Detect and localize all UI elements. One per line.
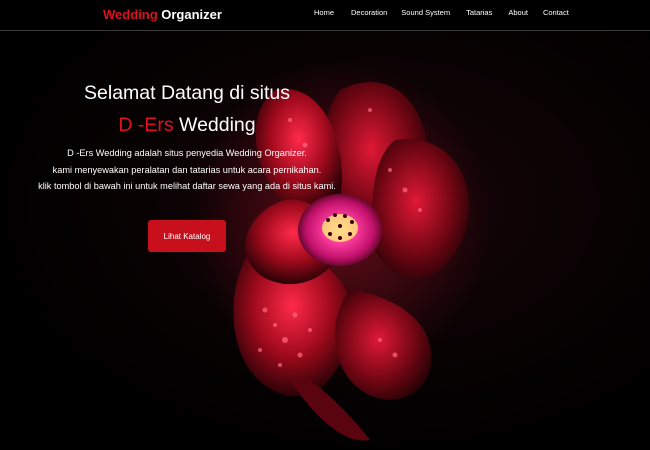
nav-link-tatarias[interactable]: Tatarias	[466, 8, 492, 17]
hero-subtitle-wedding: Wedding	[179, 114, 256, 136]
nav-link-sound-system[interactable]: Sound System	[401, 8, 450, 17]
brand-organizer: Organizer	[161, 7, 222, 22]
brand-wedding: Wedding	[103, 7, 158, 22]
nav-link-home[interactable]: Home	[314, 8, 334, 17]
nav-menu: Home Decoration Sound System Tatarias Ab…	[304, 8, 569, 17]
hero-description-line: kami menyewakan peralatan dan tatarias u…	[52, 164, 322, 175]
navbar: Wedding Organizer Home Decoration Sound …	[0, 0, 650, 31]
page: Wedding Organizer Home Decoration Sound …	[0, 0, 650, 450]
hero-subtitle-brand: D -Ers	[118, 114, 174, 136]
hero-description-line: klik tombol di bawah ini untuk melihat d…	[38, 181, 336, 191]
hero-section: Selamat Datang di situs D -Ers Wedding D…	[0, 80, 374, 195]
hero-subtitle: D -Ers Wedding	[0, 114, 374, 136]
lihat-katalog-button[interactable]: Lihat Katalog	[148, 220, 226, 252]
hero-description-line: D -Ers Wedding adalah situs penyedia Wed…	[67, 148, 307, 158]
nav-link-about[interactable]: About	[508, 8, 528, 17]
nav-link-contact[interactable]: Contact	[543, 8, 569, 17]
brand-logo[interactable]: Wedding Organizer	[103, 7, 222, 22]
hero-title: Selamat Datang di situs	[84, 82, 290, 104]
nav-link-decoration[interactable]: Decoration	[351, 8, 387, 17]
hero-description: D -Ers Wedding adalah situs penyedia Wed…	[0, 145, 374, 195]
